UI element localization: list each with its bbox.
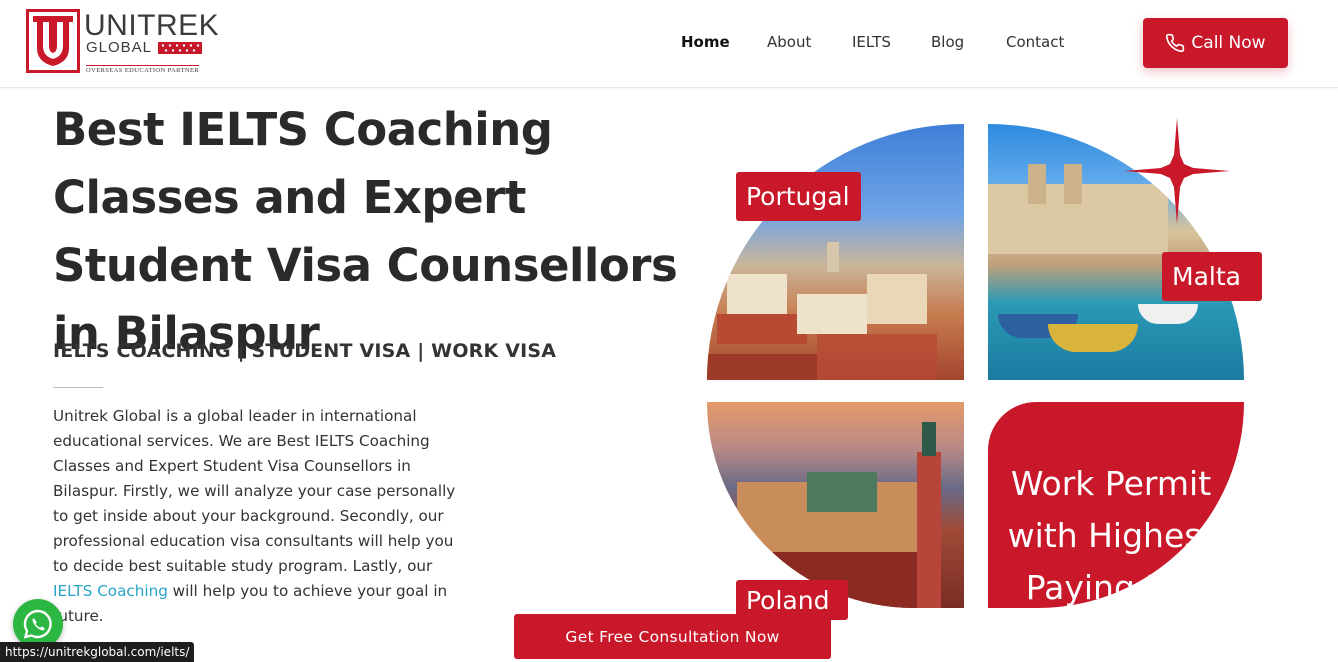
logo-stars-icon	[158, 42, 202, 54]
hero-description-text: Unitrek Global is a global leader in int…	[53, 407, 456, 575]
brand-sub: GLOBAL	[86, 39, 153, 56]
portugal-label: Portugal	[736, 172, 861, 221]
hero-subtitle: IELTS COACHING | STUDENT VISA | WORK VIS…	[53, 340, 557, 362]
call-now-button[interactable]: Call Now	[1143, 18, 1288, 68]
brand-logo[interactable]: UNITREK GLOBAL OVERSEAS EDUCATION PARTNE…	[26, 9, 219, 75]
nav-item-home[interactable]: Home	[681, 33, 730, 51]
nav-item-ielts[interactable]: IELTS	[852, 33, 891, 51]
work-permit-text: Work Permit with Highest Paying Job	[1007, 464, 1215, 607]
hero-description: Unitrek Global is a global leader in int…	[53, 404, 473, 629]
phone-icon	[1166, 33, 1185, 53]
nav-item-about[interactable]: About	[767, 33, 811, 51]
brand-name: UNITREK	[84, 9, 220, 42]
page-title: Best IELTS Coaching Classes and Expert S…	[53, 103, 678, 360]
whatsapp-icon	[23, 609, 52, 639]
poland-image	[707, 402, 964, 608]
free-consultation-button[interactable]: Get Free Consultation Now	[514, 614, 831, 659]
logo-emblem-icon	[26, 9, 80, 73]
nav-item-contact[interactable]: Contact	[1006, 33, 1064, 51]
nav-item-blog[interactable]: Blog	[931, 33, 964, 51]
brand-tagline: OVERSEAS EDUCATION PARTNER	[86, 65, 200, 74]
sparkle-icon	[1124, 118, 1230, 224]
subtitle-divider	[53, 387, 103, 388]
portugal-image	[707, 124, 964, 380]
ielts-coaching-link[interactable]: IELTS Coaching	[53, 582, 168, 600]
malta-label: Malta	[1162, 252, 1262, 301]
status-bar-url: https://unitrekglobal.com/ielts/	[0, 642, 195, 662]
call-now-label: Call Now	[1191, 33, 1266, 53]
site-header: UNITREK GLOBAL OVERSEAS EDUCATION PARTNE…	[0, 0, 1338, 88]
